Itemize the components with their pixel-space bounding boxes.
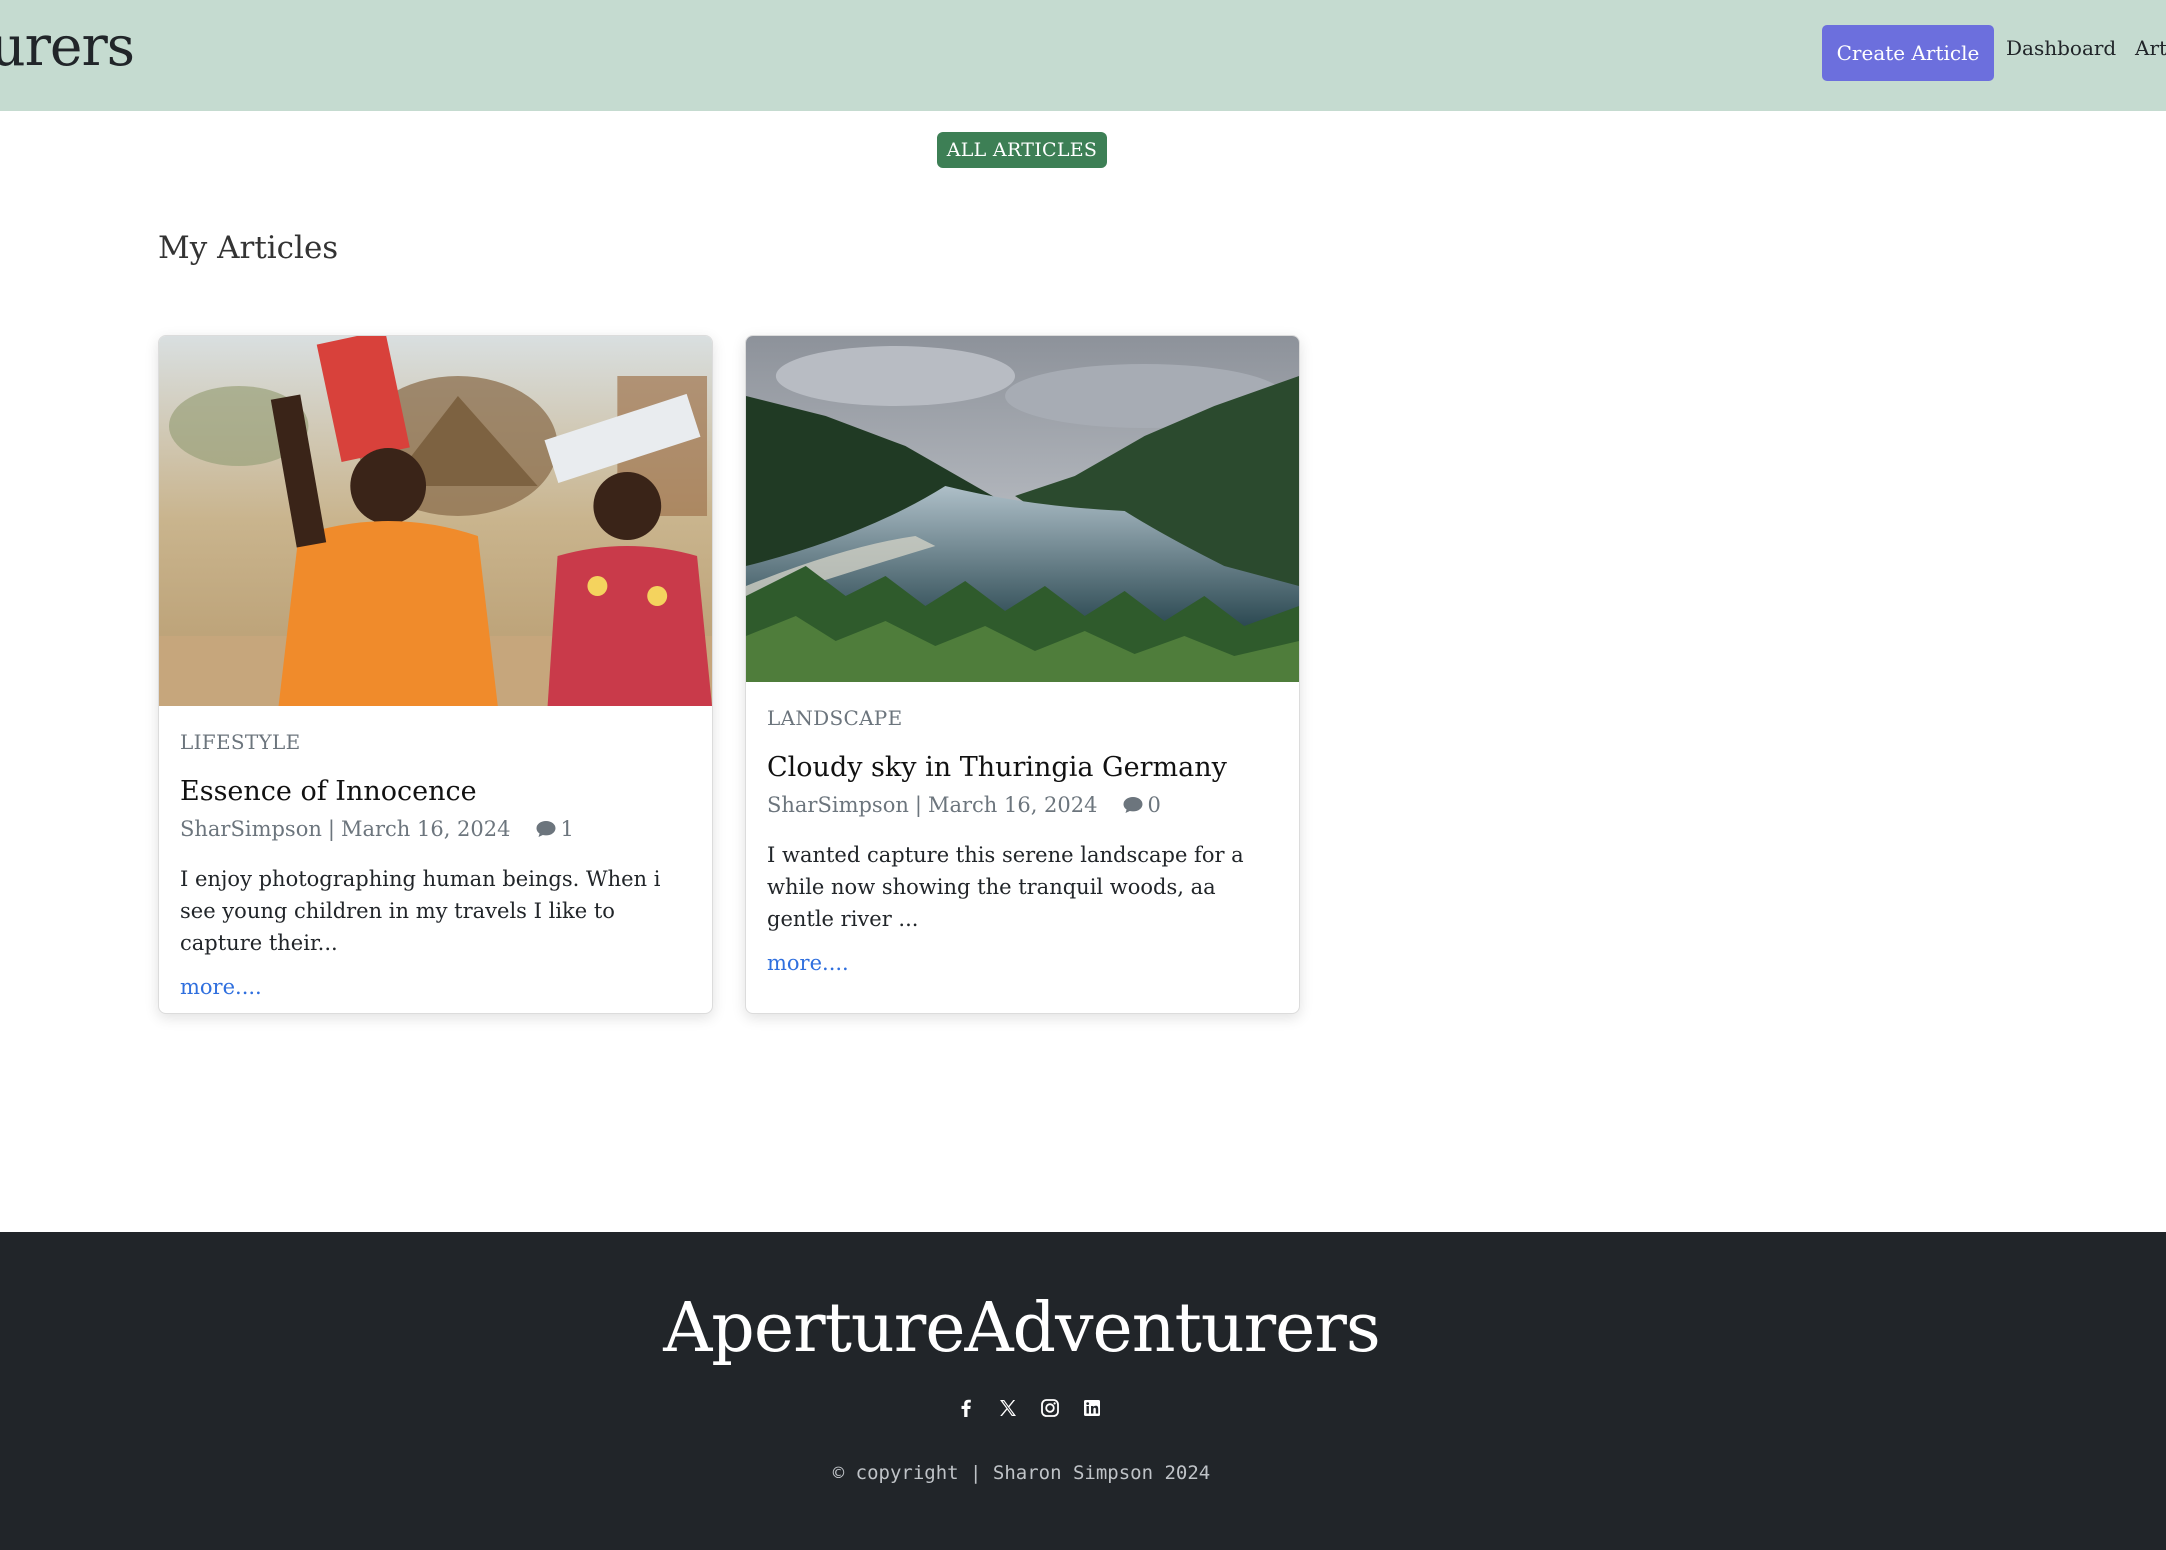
article-card: LANDSCAPE Cloudy sky in Thuringia German… bbox=[745, 335, 1300, 1014]
all-articles-button[interactable]: ALL ARTICLES bbox=[937, 132, 1107, 168]
article-date: March 16, 2024 bbox=[927, 793, 1098, 817]
comment-icon bbox=[536, 821, 555, 837]
nav-dashboard-link[interactable]: Dashboard bbox=[2006, 36, 2116, 60]
read-more-link[interactable]: more.... bbox=[767, 951, 849, 975]
brand-logo-text[interactable]: ApertureAdventurers bbox=[0, 14, 135, 78]
article-card: LIFESTYLE Essence of Innocence SharSimps… bbox=[158, 335, 713, 1014]
nav-articles-link[interactable]: Articles bbox=[2135, 36, 2166, 60]
create-article-button[interactable]: Create Article bbox=[1822, 25, 1994, 81]
copyright-label: copyright | Sharon Simpson 2024 bbox=[855, 1462, 1211, 1484]
article-author: SharSimpson bbox=[180, 817, 322, 841]
facebook-icon[interactable] bbox=[955, 1397, 977, 1419]
article-meta: SharSimpson | March 16, 2024 1 bbox=[180, 817, 691, 841]
comment-count: 0 bbox=[1122, 793, 1161, 817]
comment-count-value: 0 bbox=[1147, 793, 1161, 817]
copyright-icon: © bbox=[832, 1462, 845, 1484]
linkedin-icon[interactable] bbox=[1081, 1397, 1103, 1419]
instagram-icon[interactable] bbox=[1039, 1397, 1061, 1419]
social-links bbox=[955, 1397, 1103, 1419]
article-meta: SharSimpson | March 16, 2024 0 bbox=[767, 793, 1278, 817]
meta-separator: | bbox=[327, 817, 335, 841]
article-excerpt: I wanted capture this serene landscape f… bbox=[767, 843, 1244, 931]
footer-brand: ApertureAdventurers bbox=[663, 1289, 1381, 1368]
article-image-landscape[interactable] bbox=[746, 336, 1299, 682]
copyright-text: © copyright | Sharon Simpson 2024 bbox=[0, 1462, 2043, 1484]
comment-count: 1 bbox=[535, 817, 574, 841]
article-title[interactable]: Cloudy sky in Thuringia Germany bbox=[767, 752, 1278, 783]
article-date: March 16, 2024 bbox=[340, 817, 511, 841]
comment-count-value: 1 bbox=[560, 817, 574, 841]
article-title[interactable]: Essence of Innocence bbox=[180, 776, 691, 807]
article-author: SharSimpson bbox=[767, 793, 909, 817]
meta-separator: | bbox=[914, 793, 922, 817]
article-category: LIFESTYLE bbox=[180, 730, 301, 754]
article-excerpt: I enjoy photographing human beings. When… bbox=[180, 867, 661, 955]
page-title: My Articles bbox=[158, 230, 339, 266]
comment-icon bbox=[1123, 797, 1142, 813]
footer: ApertureAdventurers © copyright | Sharon… bbox=[0, 1232, 2166, 1550]
navbar: ApertureAdventurers Create Article Dashb… bbox=[0, 0, 2166, 111]
x-icon[interactable] bbox=[997, 1397, 1019, 1419]
article-image-children[interactable] bbox=[159, 336, 712, 706]
article-category: LANDSCAPE bbox=[767, 706, 903, 730]
read-more-link[interactable]: more.... bbox=[180, 975, 262, 999]
